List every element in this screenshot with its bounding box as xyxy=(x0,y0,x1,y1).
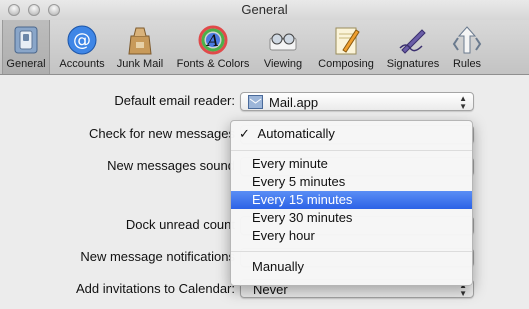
tab-fonts-colors-label: Fonts & Colors xyxy=(176,58,250,70)
menu-item-every-30-minutes[interactable]: Every 30 minutes xyxy=(231,209,472,227)
add-invitations-label: Add invitations to Calendar: xyxy=(76,281,235,296)
preferences-toolbar: General @ Accounts Junk Mail A Fonts & C… xyxy=(0,20,529,75)
new-messages-sound-label: New messages sound xyxy=(107,158,235,173)
tab-rules[interactable]: Rules xyxy=(446,20,488,74)
menu-separator xyxy=(231,150,472,151)
tab-accounts[interactable]: @ Accounts xyxy=(54,20,110,74)
window-title: General xyxy=(241,2,288,17)
glasses-icon xyxy=(269,33,297,51)
menu-separator xyxy=(231,251,472,252)
menu-item-automatically[interactable]: ✓ Automatically xyxy=(231,125,472,143)
tab-junk-mail[interactable]: Junk Mail xyxy=(112,20,168,74)
fonts-colors-icon: A xyxy=(198,25,228,55)
menu-item-every-hour[interactable]: Every hour xyxy=(231,227,472,245)
svg-text:@: @ xyxy=(73,30,91,51)
rules-arrows-icon xyxy=(452,26,482,54)
dock-unread-count-label: Dock unread count xyxy=(125,217,235,232)
default-email-reader-value: Mail.app xyxy=(269,95,319,110)
tab-general[interactable]: General xyxy=(2,20,50,74)
tab-viewing-label: Viewing xyxy=(263,58,303,70)
check-new-messages-label: Check for new messages xyxy=(89,126,235,141)
menu-item-every-5-minutes[interactable]: Every 5 minutes xyxy=(231,173,472,191)
junk-bag-icon xyxy=(128,27,152,55)
at-icon: @ xyxy=(67,25,97,55)
check-frequency-menu: ✓ Automatically Every minute Every 5 min… xyxy=(230,120,473,286)
tab-rules-label: Rules xyxy=(452,58,482,70)
mail-app-icon xyxy=(248,95,263,109)
tab-signatures-label: Signatures xyxy=(386,58,440,70)
menu-item-every-minute[interactable]: Every minute xyxy=(231,155,472,173)
tab-fonts-colors[interactable]: A Fonts & Colors xyxy=(171,20,255,74)
tab-accounts-label: Accounts xyxy=(59,58,105,70)
popup-arrows-icon: ▲▼ xyxy=(459,94,467,111)
title-bar: General xyxy=(0,0,529,20)
tab-viewing[interactable]: Viewing xyxy=(258,20,308,74)
default-email-reader-popup[interactable]: Mail.app ▲ ▼ xyxy=(240,92,474,111)
new-message-notifications-label: New message notifications xyxy=(80,249,235,264)
pencil-paper-icon xyxy=(335,27,360,55)
signature-pen-icon xyxy=(399,29,426,54)
tab-junk-mail-label: Junk Mail xyxy=(116,58,164,70)
switch-icon xyxy=(14,26,38,54)
tab-general-label: General xyxy=(6,58,46,70)
svg-text:A: A xyxy=(205,31,219,50)
default-email-reader-label: Default email reader: xyxy=(114,93,235,108)
checkmark-icon: ✓ xyxy=(239,126,250,141)
tab-composing[interactable]: Composing xyxy=(312,20,380,74)
menu-item-manually[interactable]: Manually xyxy=(231,258,472,276)
tab-composing-label: Composing xyxy=(318,58,374,70)
tab-signatures[interactable]: Signatures xyxy=(383,20,443,74)
menu-item-every-15-minutes[interactable]: Every 15 minutes xyxy=(231,191,472,209)
